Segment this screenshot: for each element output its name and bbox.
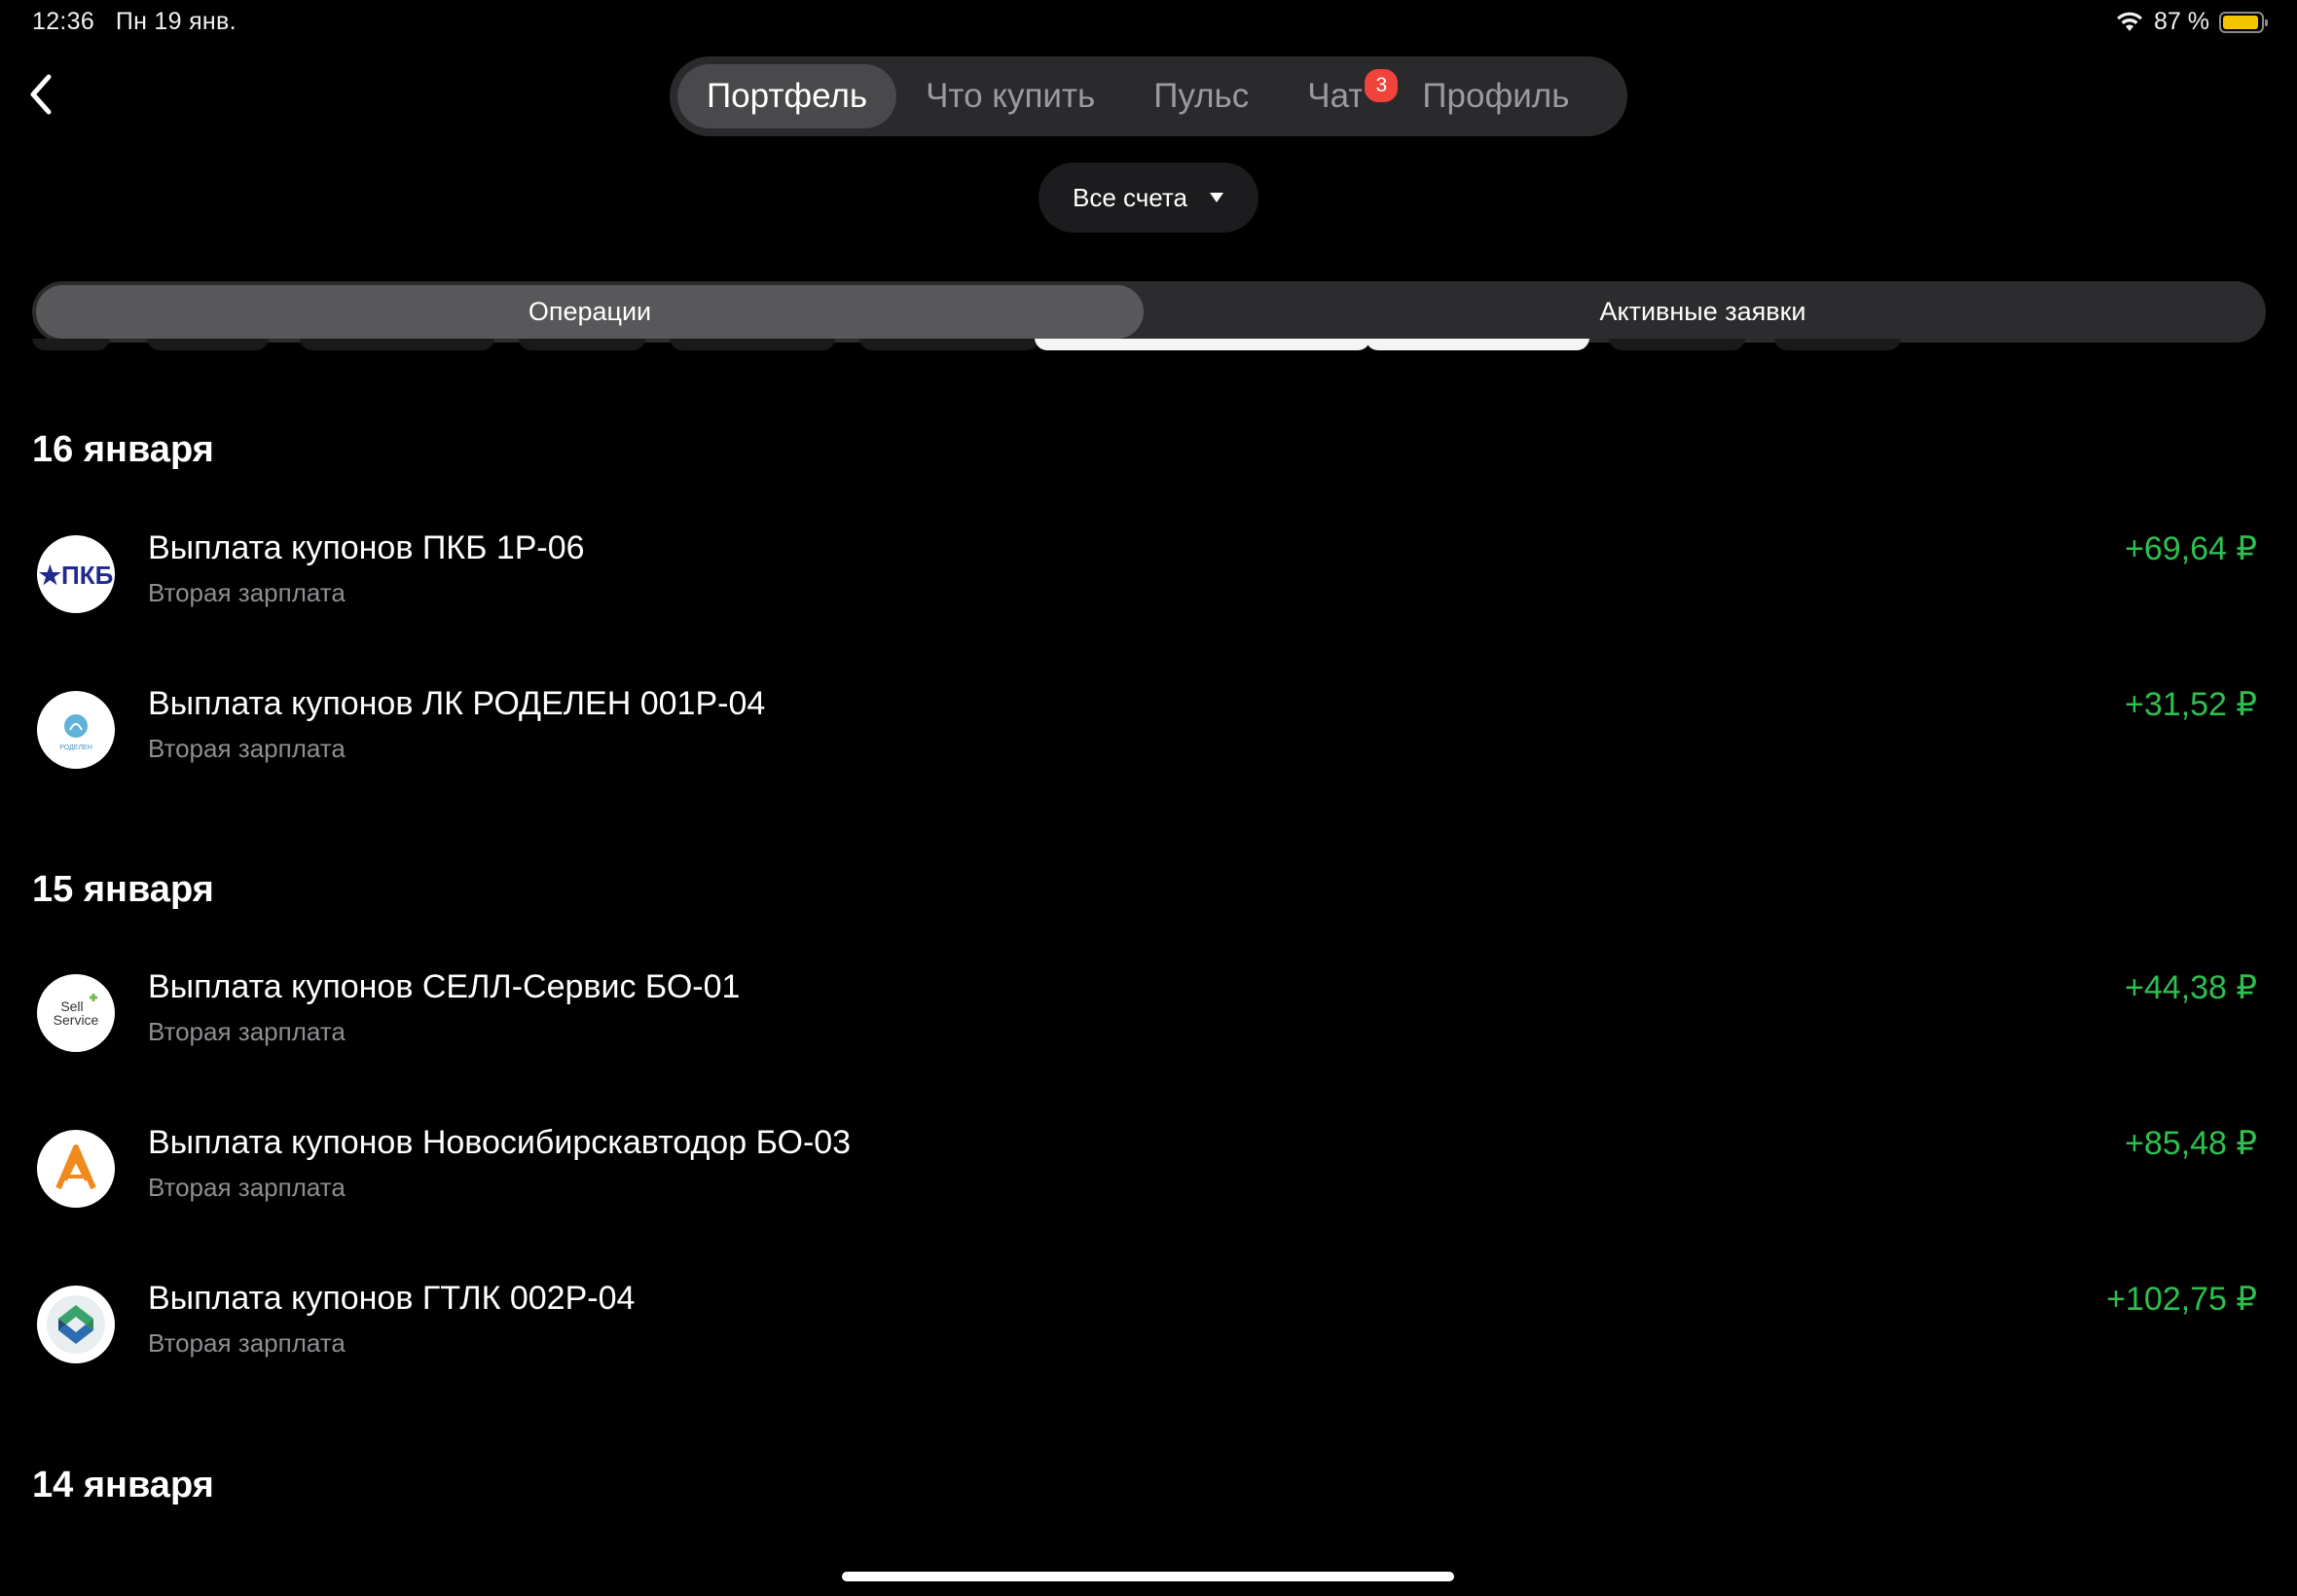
- accounts-dropdown[interactable]: Все счета: [1039, 163, 1258, 233]
- svg-text:★ПКБ: ★ПКБ: [39, 561, 114, 590]
- operation-row[interactable]: РОДЕЛЕН Выплата купонов ЛК РОДЕЛЕН 001Р-…: [32, 685, 2266, 808]
- pkb-logo-icon: ★ПКБ: [37, 535, 115, 613]
- tab-pulse[interactable]: Пульс: [1124, 64, 1278, 128]
- svg-text:РОДЕЛЕН: РОДЕЛЕН: [59, 744, 92, 751]
- date-header: 14 января: [32, 1465, 214, 1505]
- operation-row[interactable]: Выплата купонов Новосибирскавтодор БО-03…: [32, 1124, 2266, 1247]
- date-header: 15 января: [32, 869, 214, 910]
- operation-account: Вторая зарплата: [148, 1173, 346, 1202]
- battery-icon: [2219, 11, 2268, 33]
- tab-what-to-buy[interactable]: Что купить: [896, 64, 1124, 128]
- operation-account: Вторая зарплата: [148, 1328, 346, 1358]
- operation-title: Выплата купонов ПКБ 1Р-06: [148, 529, 585, 566]
- operation-row[interactable]: Sell Service Выплата купонов СЕЛЛ-Сервис…: [32, 968, 2266, 1091]
- gtlk-logo-icon: [37, 1286, 115, 1363]
- svg-text:Service: Service: [54, 1012, 99, 1028]
- operation-amount: +69,64 ₽: [2124, 530, 2257, 567]
- operation-amount: +31,52 ₽: [2124, 686, 2257, 723]
- battery-percent: 87 %: [2154, 8, 2209, 35]
- novosibirskavtodor-logo-icon: [37, 1130, 115, 1208]
- operation-title: Выплата купонов ГТЛК 002Р-04: [148, 1280, 636, 1317]
- operation-account: Вторая зарплата: [148, 578, 346, 607]
- segment-operations[interactable]: Операции: [36, 285, 1144, 339]
- sell-service-logo-icon: Sell Service: [37, 974, 115, 1052]
- home-indicator[interactable]: [842, 1572, 1454, 1581]
- top-nav: Портфель Что купить Пульс Чат 3 Профиль: [670, 56, 1627, 136]
- rodelen-logo-icon: РОДЕЛЕН: [37, 691, 115, 769]
- tab-profile[interactable]: Профиль: [1393, 64, 1598, 128]
- filter-chips-strip: [32, 339, 2266, 352]
- operation-title: Выплата купонов СЕЛЛ-Сервис БО-01: [148, 968, 741, 1005]
- operation-title: Выплата купонов Новосибирскавтодор БО-03: [148, 1124, 852, 1161]
- tab-chat[interactable]: Чат 3: [1278, 64, 1402, 128]
- operation-account: Вторая зарплата: [148, 734, 346, 763]
- wifi-icon: [2117, 12, 2143, 31]
- operations-segmented-control: Операции Активные заявки: [32, 281, 2266, 343]
- operation-account: Вторая зарплата: [148, 1017, 346, 1046]
- status-bar-right: 87 %: [2115, 8, 2268, 36]
- tab-portfolio[interactable]: Портфель: [677, 64, 897, 128]
- operation-row[interactable]: Выплата купонов ГТЛК 002Р-04 Вторая зарп…: [32, 1280, 2266, 1402]
- back-button[interactable]: [19, 68, 60, 121]
- operation-amount: +85,48 ₽: [2124, 1125, 2257, 1162]
- operation-amount: +44,38 ₽: [2124, 969, 2257, 1006]
- date-header: 16 января: [32, 429, 214, 470]
- operation-amount: +102,75 ₽: [2106, 1281, 2257, 1318]
- accounts-dropdown-label: Все счета: [1073, 182, 1187, 212]
- chevron-left-icon: [30, 74, 52, 115]
- segment-active-orders[interactable]: Активные заявки: [1144, 285, 2262, 339]
- caret-down-icon: [1209, 193, 1223, 202]
- operation-title: Выплата купонов ЛК РОДЕЛЕН 001Р-04: [148, 685, 766, 722]
- operation-row[interactable]: ★ПКБ Выплата купонов ПКБ 1Р-06 Вторая за…: [32, 529, 2266, 652]
- status-bar-time: 12:36 Пн 19 янв.: [32, 8, 237, 35]
